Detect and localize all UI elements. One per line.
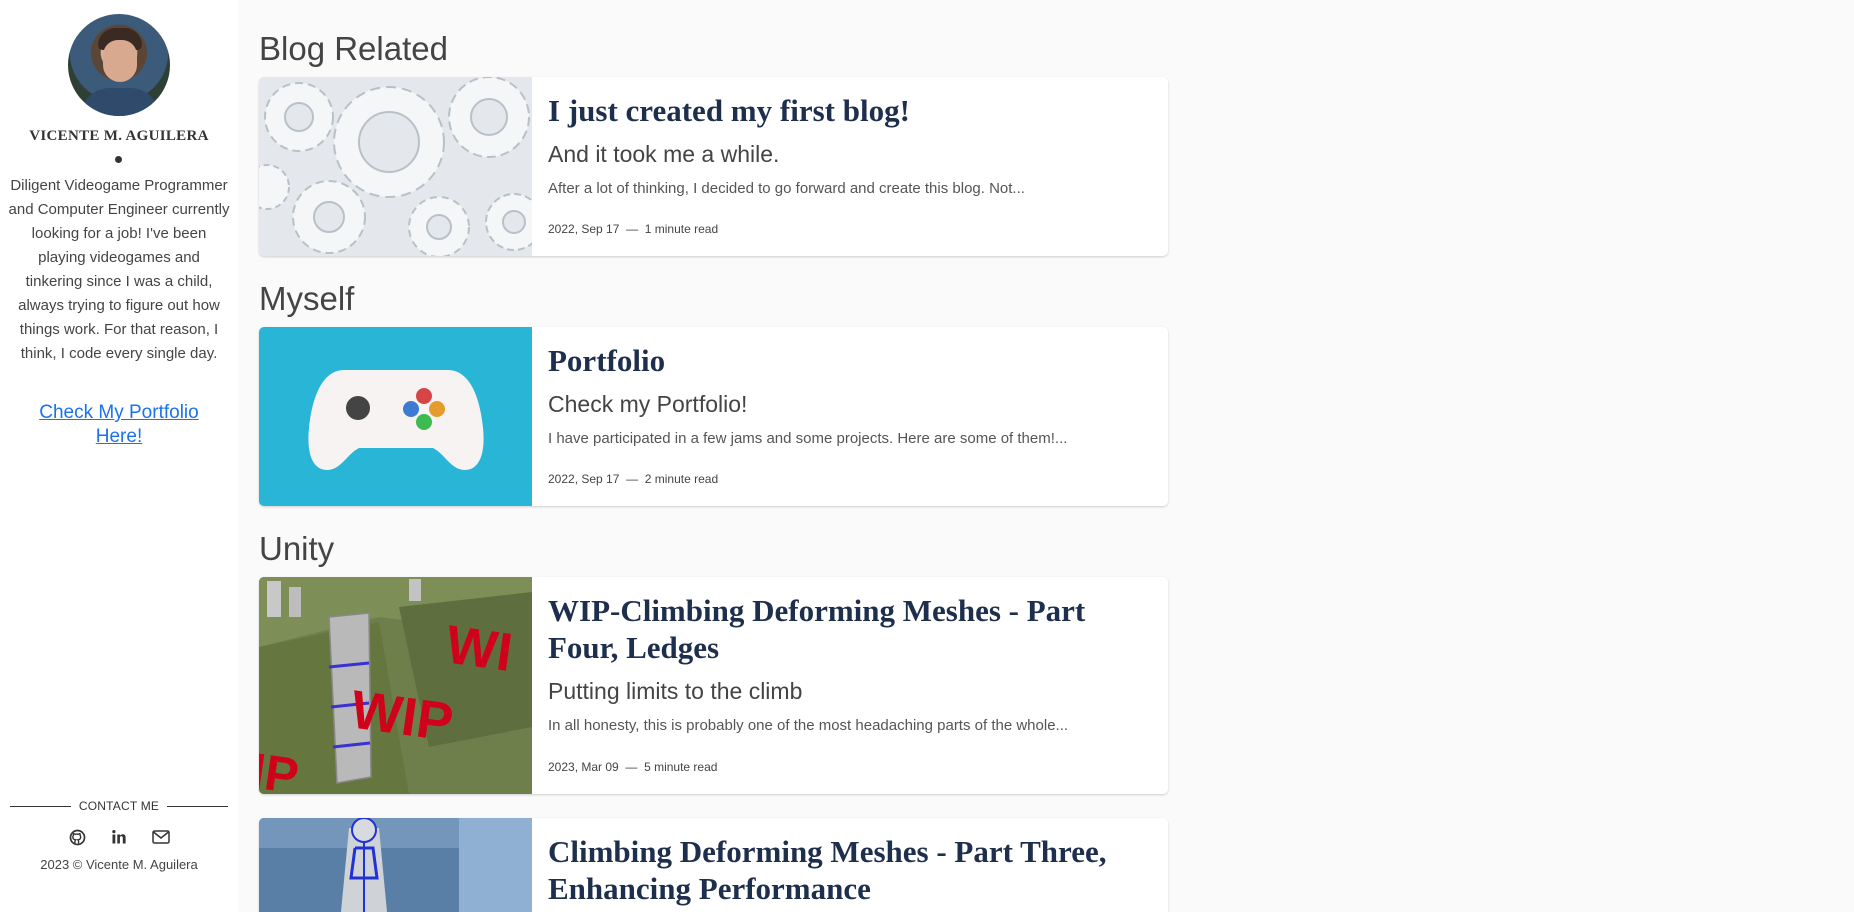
post-read-time: 1 minute read	[644, 222, 719, 236]
portfolio-link[interactable]: Check My Portfolio Here!	[20, 401, 218, 449]
github-icon[interactable]	[66, 826, 88, 848]
post-card[interactable]: Climbing Deforming Meshes - Part Three, …	[259, 818, 1168, 912]
contact-label: CONTACT ME	[78, 799, 160, 813]
contact-divider: CONTACT ME	[10, 799, 229, 813]
linkedin-icon[interactable]	[108, 826, 130, 848]
copyright: 2023 © Vicente M. Aguilera	[40, 857, 198, 872]
post-card[interactable]: I just created my first blog! And it too…	[259, 77, 1168, 256]
section-title-blog-related: Blog Related	[259, 30, 448, 67]
social-links	[66, 826, 172, 848]
post-thumbnail-gamepad	[259, 327, 532, 506]
post-date: 2022, Sep 17	[548, 222, 620, 236]
post-card[interactable]: Portfolio Check my Portfolio! I have par…	[259, 327, 1168, 506]
meta-separator: —	[626, 472, 639, 486]
post-title[interactable]: I just created my first blog!	[548, 92, 1148, 129]
meta-separator: —	[626, 222, 639, 236]
post-excerpt: After a lot of thinking, I decided to go…	[548, 180, 1025, 197]
section-title-myself: Myself	[259, 280, 355, 317]
post-subtitle: Check my Portfolio!	[548, 391, 748, 417]
email-icon[interactable]	[150, 826, 172, 848]
sidebar: VICENTE M. AGUILERA Diligent Videogame P…	[0, 0, 238, 912]
post-date: 2022, Sep 17	[548, 472, 620, 486]
post-meta: 2022, Sep 17 — 2 minute read	[548, 472, 1148, 486]
svg-text:IP: IP	[259, 742, 302, 794]
post-title[interactable]: Climbing Deforming Meshes - Part Three, …	[548, 833, 1158, 907]
post-read-time: 2 minute read	[644, 472, 719, 486]
post-excerpt: I have participated in a few jams and so…	[548, 430, 1068, 447]
post-card[interactable]: WI WIP IP WIP-Climbing Deforming Meshes …	[259, 577, 1168, 794]
meta-separator: —	[625, 760, 638, 774]
post-thumbnail-mesh	[259, 818, 532, 912]
post-read-time: 5 minute read	[644, 760, 718, 774]
post-title[interactable]: Portfolio	[548, 342, 1148, 379]
post-thumbnail-wip: WI WIP IP	[259, 577, 532, 794]
post-meta: 2023, Mar 09 — 5 minute read	[548, 760, 1148, 774]
post-thumbnail-gears	[259, 77, 532, 256]
post-subtitle: And it took me a while.	[548, 141, 780, 167]
post-meta: 2022, Sep 17 — 1 minute read	[548, 222, 1148, 236]
post-subtitle: Putting limits to the climb	[548, 678, 803, 704]
post-excerpt: In all honesty, this is probably one of …	[548, 717, 1069, 734]
post-title[interactable]: WIP-Climbing Deforming Meshes - Part Fou…	[548, 592, 1158, 666]
post-date: 2023, Mar 09	[548, 760, 619, 774]
svg-text:WI: WI	[442, 614, 516, 683]
author-bio: Diligent Videogame Programmer and Comput…	[8, 177, 230, 362]
author-name: VICENTE M. AGUILERA	[29, 128, 209, 144]
section-title-unity: Unity	[259, 530, 335, 567]
avatar	[68, 14, 170, 116]
name-divider-dot	[115, 156, 122, 163]
